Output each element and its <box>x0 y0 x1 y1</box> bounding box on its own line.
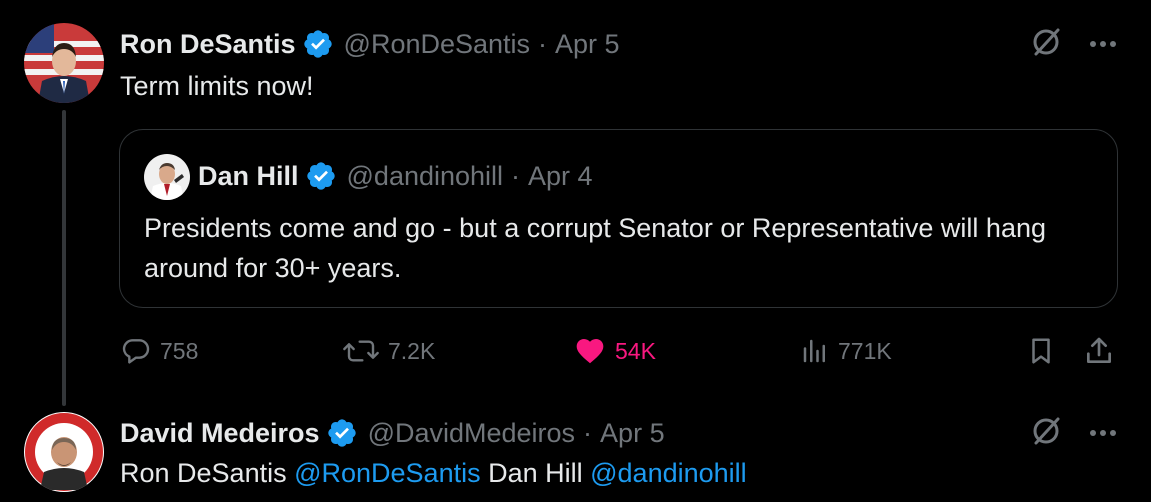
author-handle[interactable]: @RonDeSantis <box>344 29 531 60</box>
tweet-top-right-actions <box>1029 24 1117 64</box>
reply-count: 758 <box>160 337 199 364</box>
views-button[interactable]: 771K <box>800 328 892 374</box>
quoted-tweet-text: Presidents come and go - but a corrupt S… <box>144 213 1046 283</box>
bookmark-icon <box>1032 338 1050 364</box>
tweet-date[interactable]: Apr 5 <box>555 29 620 60</box>
reply-bubble-icon <box>122 339 150 364</box>
repost-arrows-icon <box>343 340 379 362</box>
author-handle[interactable]: @DavidMedeiros <box>368 418 575 449</box>
more-dots-icon[interactable] <box>1089 424 1117 442</box>
verified-badge-icon <box>305 160 337 192</box>
verified-badge-icon <box>326 417 358 449</box>
like-button[interactable]: 54K <box>573 328 656 374</box>
avatar <box>144 154 190 200</box>
author-name[interactable]: David Medeiros <box>120 418 320 449</box>
author-name[interactable]: Ron DeSantis <box>120 29 296 60</box>
separator-dot: · <box>511 160 521 191</box>
separator-dot: · <box>538 28 548 59</box>
tweet-header: David Medeiros @DavidMedeiros · Apr 5 <box>120 413 665 453</box>
text-plain: Ron DeSantis <box>120 458 295 488</box>
quoted-author-handle: @dandinohill <box>346 160 504 191</box>
quoted-author-name: Dan Hill <box>198 160 299 191</box>
tweet-david-medeiros[interactable]: David Medeiros @DavidMedeiros · Apr 5 Ro… <box>0 400 1151 502</box>
mention-link[interactable]: @RonDeSantis <box>294 458 481 488</box>
more-dots-icon[interactable] <box>1089 35 1117 53</box>
tweet-header: Ron DeSantis @RonDeSantis · Apr 5 <box>120 24 620 64</box>
views-count: 771K <box>838 337 892 364</box>
avatar[interactable] <box>24 412 104 492</box>
avatar[interactable] <box>24 23 104 103</box>
tweet-top-right-actions <box>1029 413 1117 453</box>
tweet-action-bar: 758 7.2K 54K 771K <box>0 328 1151 374</box>
quoted-tweet-header: Dan Hill @dandinohill · Apr 4 <box>198 156 593 196</box>
tweet-date[interactable]: Apr 5 <box>600 418 665 449</box>
text-plain: Dan Hill <box>480 458 591 488</box>
tweet-text: Ron DeSantis @RonDeSantis Dan Hill @dand… <box>120 458 747 489</box>
repost-button[interactable]: 7.2K <box>342 328 435 374</box>
repost-count: 7.2K <box>388 337 436 364</box>
grok-slash-icon[interactable] <box>1029 25 1063 64</box>
tweet-text: Term limits now! <box>120 71 314 101</box>
quoted-tweet-card[interactable]: Dan Hill @dandinohill · Apr 4 Presidents… <box>119 129 1118 308</box>
bar-chart-icon <box>803 339 825 363</box>
heart-filled-icon <box>576 339 604 364</box>
bookmark-button[interactable] <box>1026 328 1064 374</box>
tweet-ron-desantis[interactable]: Ron DeSantis @RonDeSantis · Apr 5 Term l… <box>0 0 1151 400</box>
mention-link[interactable]: @dandinohill <box>590 458 747 488</box>
separator-dot: · <box>583 417 593 448</box>
quoted-tweet-date: Apr 4 <box>528 160 593 191</box>
reply-button[interactable]: 758 <box>120 328 198 374</box>
grok-slash-icon[interactable] <box>1029 414 1063 453</box>
share-button[interactable] <box>1082 328 1124 374</box>
share-upload-icon <box>1087 337 1111 363</box>
like-count: 54K <box>615 337 656 364</box>
verified-badge-icon <box>302 28 334 60</box>
